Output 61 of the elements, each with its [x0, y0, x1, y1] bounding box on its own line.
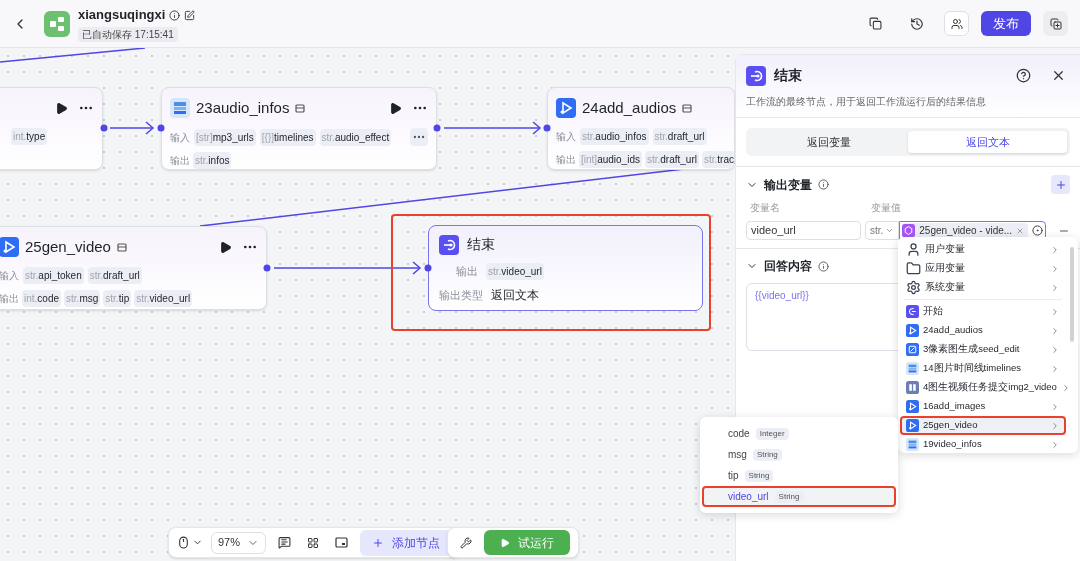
menu-item[interactable]: 25gen_video	[900, 416, 1066, 435]
variable-tag: str.draft_url	[644, 151, 699, 168]
variable-tag: str.draft_url	[652, 128, 707, 145]
field-item[interactable]: code Integer	[702, 423, 896, 444]
end-node[interactable]: 结束 输出 str.video_url 输出类型 返回文本	[428, 225, 703, 311]
menu-item[interactable]: 14图片时间线timelines	[900, 359, 1066, 378]
menu-item[interactable]: 应用变量	[900, 259, 1066, 278]
variable-tag: [int]audio_ids	[579, 151, 642, 168]
menu-item[interactable]: 3像素图生成seed_edit	[900, 340, 1066, 359]
publish-button[interactable]: 发布	[981, 11, 1031, 36]
panel-title: 结束	[774, 66, 802, 85]
menu-item[interactable]: 19video_infos	[900, 435, 1066, 453]
variable-name-field[interactable]: video_url	[746, 221, 861, 240]
field-item[interactable]: video_url String	[702, 486, 896, 507]
variable-tag: str.video_url	[134, 290, 193, 307]
variable-tag: [str]mp3_urls	[194, 128, 256, 146]
variable-tag: [{}]timelines	[259, 128, 316, 146]
workflow-title: xiangsuqingxi	[78, 6, 166, 25]
menu-item[interactable]: 4图生视频任务提交img2_video	[900, 378, 1066, 397]
autosave-status: 已自动保存 17:15:41	[78, 26, 178, 42]
menu-item[interactable]: 24add_audios	[900, 321, 1066, 340]
menu-item[interactable]: 系统变量	[900, 278, 1066, 297]
menu-item[interactable]: 开始	[900, 302, 1066, 321]
variable-tag: str.draft_url	[87, 267, 142, 284]
column-header: 变量名	[750, 201, 781, 215]
variable-tag: str.audio_effect	[319, 128, 392, 146]
variable-tag: int.code	[22, 290, 62, 307]
output-label: 输出	[456, 264, 478, 280]
output-type-value: 返回文本	[491, 287, 539, 304]
type-select[interactable]: str.	[864, 221, 900, 240]
mode-tab[interactable]: 返回文本	[908, 131, 1067, 153]
menu-item[interactable]: 16add_images	[900, 397, 1066, 416]
node-title: 结束	[467, 235, 495, 254]
variable-tag: str.trac	[701, 151, 734, 168]
section-title: 回答内容	[764, 258, 812, 275]
output-label: 输出	[170, 154, 190, 168]
workflow-node[interactable]: int.type	[0, 87, 103, 170]
output-type-label: 输出类型	[439, 287, 483, 303]
input-label: 输入	[556, 130, 576, 144]
menu-item[interactable]: 用户变量	[900, 240, 1066, 259]
variable-tag: str.api_token	[23, 267, 84, 284]
variable-tag: str.video_url	[486, 263, 544, 280]
mode-tab[interactable]: 返回变量	[749, 131, 908, 153]
variable-tag: int.type	[11, 128, 48, 145]
variable-tag: str.tip	[103, 290, 132, 307]
node-title: 23audio_infos	[196, 97, 290, 118]
field-item[interactable]: msg String	[702, 444, 896, 465]
variable-tag: str.msg	[64, 290, 101, 307]
section-title: 输出变量	[764, 176, 812, 194]
panel-description: 工作流的最终节点，用于返回工作流运行后的结果信息	[746, 95, 987, 109]
column-header: 变量值	[871, 201, 901, 215]
workflow-node[interactable]: 24add_audios 输入 str.audio_infos str.draft_url 输出 [int]audio_ids str.draft_url str.trac	[547, 87, 735, 170]
node-title: 25gen_video	[25, 236, 111, 257]
output-label: 输出	[556, 153, 576, 167]
input-label: 输入	[170, 130, 190, 145]
workflow-node[interactable]: 23audio_infos 输入 [str]mp3_urls [{}]timelines str.audio_effect 输出 str.infos	[161, 87, 437, 170]
variable-tag: str.infos	[193, 152, 232, 169]
variable-tag: str.audio_infos	[580, 128, 649, 145]
node-title: 24add_audios	[582, 97, 677, 118]
field-item[interactable]: tip String	[702, 465, 896, 486]
zoom-select[interactable]: 97%	[211, 531, 266, 554]
